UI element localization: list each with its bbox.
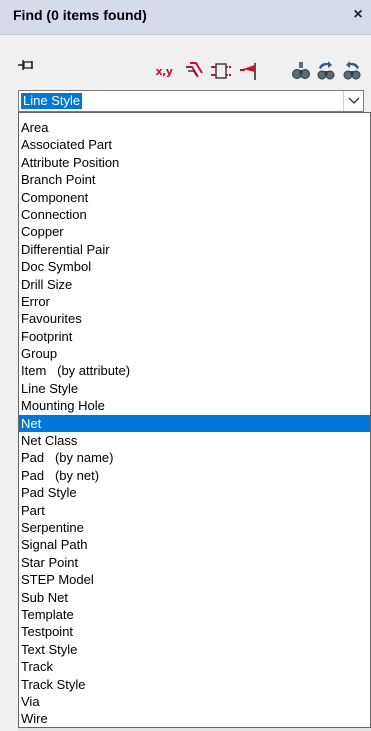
dropdown-option[interactable]: Part	[19, 502, 370, 519]
dropdown-option[interactable]: Template	[19, 606, 370, 623]
flag-icon	[239, 61, 259, 81]
dropdown-option[interactable]: Doc Symbol	[19, 258, 370, 275]
find-next-button[interactable]	[340, 59, 364, 83]
find-button[interactable]	[289, 59, 313, 83]
select-net-icon	[184, 61, 204, 81]
xy-coordinate-icon: x,y	[155, 64, 173, 78]
find-icon	[291, 61, 311, 81]
find-type-dropdown-list: Area Associated Part Attribute Position Bra…	[18, 112, 371, 728]
dropdown-toggle[interactable]	[343, 91, 363, 111]
dropdown-option[interactable]: Differential Pair	[19, 241, 370, 258]
option-list: Area Associated Part Attribute Position Bra…	[19, 113, 370, 727]
select-net-button[interactable]	[182, 59, 206, 83]
dropdown-option[interactable]: Sub Net	[19, 589, 370, 606]
panel-title: Find (0 items found)	[13, 7, 147, 23]
dropdown-option[interactable]: Component	[19, 189, 370, 206]
dropdown-option[interactable]: STEP Model	[19, 571, 370, 588]
xy-coordinate-button[interactable]: x,y	[152, 59, 176, 83]
dropdown-option[interactable]: Text Style	[19, 641, 370, 658]
dropdown-option[interactable]: Group	[19, 345, 370, 362]
panel-title-bar: Find (0 items found) ×	[0, 0, 371, 35]
dropdown-option[interactable]: Star Point	[19, 554, 370, 571]
dropdown-option[interactable]: Attribute Position	[19, 154, 370, 171]
find-type-combobox[interactable]: Line Style	[18, 90, 364, 112]
find-next-icon	[341, 60, 363, 82]
dropdown-option[interactable]: Branch Point	[19, 171, 370, 188]
dropdown-option[interactable]: Net Class	[19, 432, 370, 449]
component-button[interactable]	[209, 59, 233, 83]
dropdown-option[interactable]: Line Style	[19, 380, 370, 397]
toolbar: x,y	[0, 35, 371, 85]
dropdown-option[interactable]: Track	[19, 658, 370, 675]
dropdown-option[interactable]: Pad Style	[19, 484, 370, 501]
dropdown-option[interactable]: Pad (by name)	[19, 449, 370, 466]
find-type-selected-value: Line Style	[21, 93, 83, 109]
dropdown-option[interactable]: Associated Part	[19, 136, 370, 153]
dropdown-option[interactable]: Signal Path	[19, 536, 370, 553]
find-previous-icon	[315, 60, 337, 82]
find-previous-button[interactable]	[314, 59, 338, 83]
dropdown-option[interactable]: Footprint	[19, 328, 370, 345]
pin-button[interactable]	[14, 53, 38, 77]
dropdown-option[interactable]: Drill Size	[19, 276, 370, 293]
dropdown-option[interactable]: Mounting Hole	[19, 397, 370, 414]
dropdown-option[interactable]: Area	[19, 119, 370, 136]
close-button[interactable]: ×	[349, 5, 367, 25]
dropdown-option[interactable]: Favourites	[19, 310, 370, 327]
dropdown-option[interactable]: Pad (by net)	[19, 467, 370, 484]
dropdown-option[interactable]: Connection	[19, 206, 370, 223]
dropdown-option[interactable]: Net	[19, 414, 370, 433]
dropdown-option[interactable]: Error	[19, 293, 370, 310]
pin-icon	[17, 58, 35, 72]
dropdown-option[interactable]: Copper	[19, 223, 370, 240]
dropdown-option[interactable]: Track Style	[19, 676, 370, 693]
dropdown-option[interactable]: Via	[19, 693, 370, 710]
dropdown-option[interactable]: Wire	[19, 710, 370, 727]
dropdown-option[interactable]: Item (by attribute)	[19, 362, 370, 379]
chevron-down-icon	[348, 92, 360, 110]
dropdown-option[interactable]: Serpentine	[19, 519, 370, 536]
flag-button[interactable]	[237, 59, 261, 83]
dropdown-option[interactable]: Testpoint	[19, 623, 370, 640]
component-outline-icon	[210, 61, 232, 81]
